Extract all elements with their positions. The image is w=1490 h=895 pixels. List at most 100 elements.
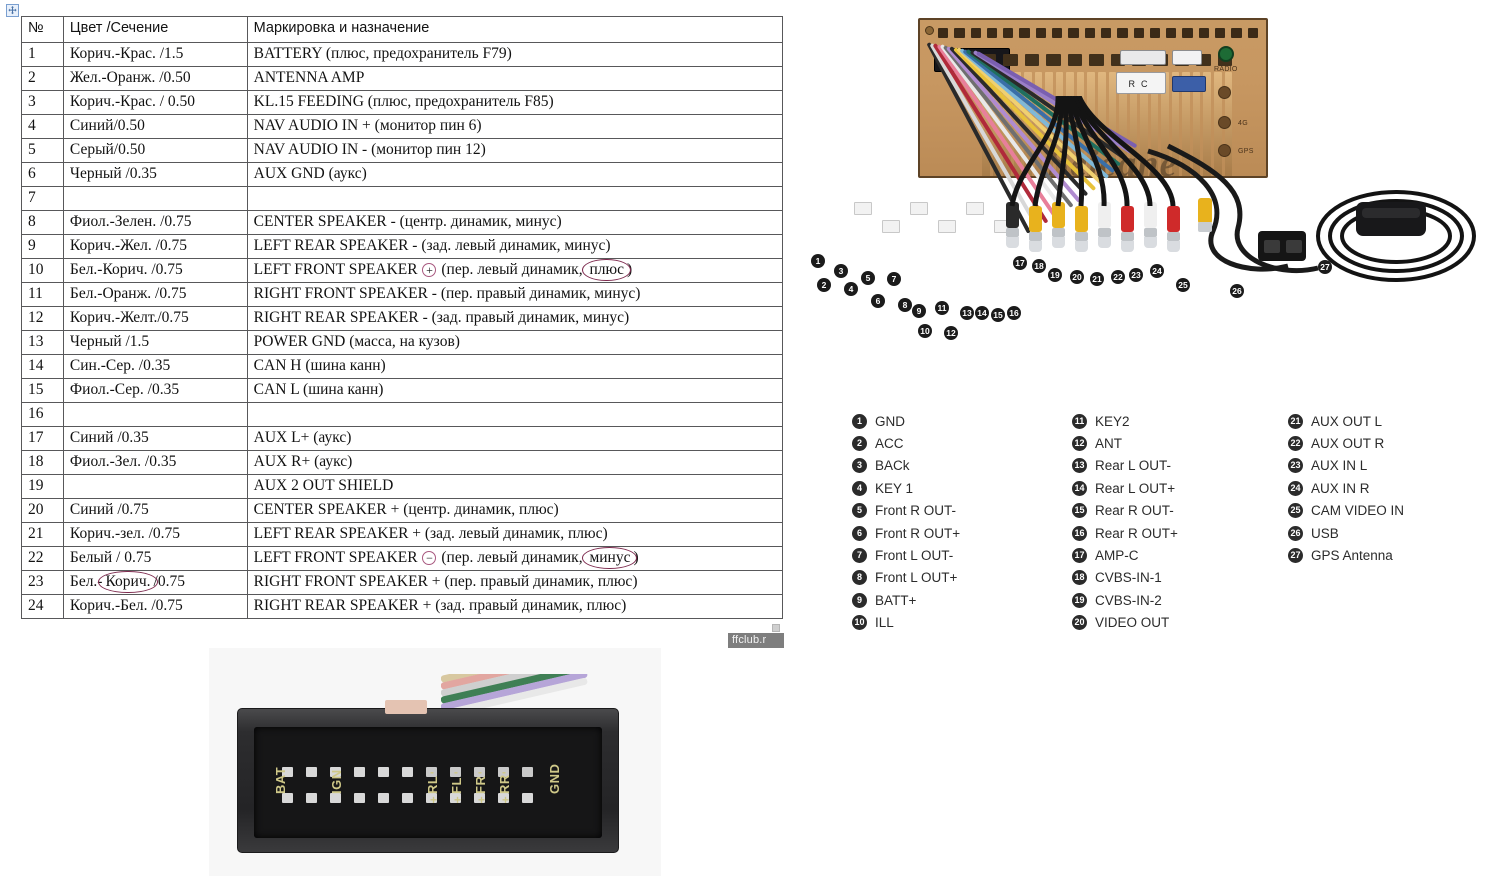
legend-item: 22 AUX OUT R	[1288, 432, 1404, 454]
marking-text-prefix: LEFT FRONT SPEAKER	[253, 548, 418, 566]
legend-number-badge: 11	[1072, 413, 1087, 429]
cell-wire-color: Черный /0.35	[62, 162, 248, 187]
legend-number-badge: 21	[1288, 413, 1303, 429]
legend-item: 17 AMP-C	[1072, 544, 1178, 566]
rca-ring	[1029, 232, 1042, 241]
color-text-prefix: Бел.-	[69, 572, 103, 590]
cell-pin-number: 5	[21, 138, 64, 163]
polarity-symbol-icon: −	[422, 551, 437, 566]
legend-item-label: AUX IN R	[1311, 480, 1370, 496]
pin-marker-27: 27	[1318, 260, 1332, 274]
cell-wire-color	[62, 402, 248, 427]
pin-marker-11: 11	[935, 301, 949, 315]
connector-pin	[354, 767, 365, 777]
table-row: 22 Белый / 0.75 LEFT FRONT SPEAKER − (пер.…	[21, 546, 784, 571]
cell-pin-number: 15	[21, 378, 64, 403]
cell-marking: AUX R+ (аукс)	[246, 450, 784, 475]
legend-number-badge: 6	[852, 525, 867, 541]
legend-item-label: GPS Antenna	[1311, 548, 1393, 564]
rca-tip	[1098, 237, 1111, 248]
table-row: 13 Черный /1.5 POWER GND (масса, на кузов)	[21, 330, 784, 355]
connector-pin	[378, 793, 389, 803]
legend-item: 27 GPS Antenna	[1288, 544, 1404, 566]
legend-item-label: USB	[1311, 525, 1339, 541]
legend-number-badge: 19	[1072, 592, 1087, 608]
legend-item: 2 ACC	[852, 432, 960, 454]
cell-marking: AUX L+ (аукс)	[246, 426, 784, 451]
rca-tip	[1052, 237, 1065, 248]
connector-pin	[354, 793, 365, 803]
pin-marker-12: 12	[944, 326, 958, 340]
marking-text-prefix: LEFT FRONT SPEAKER	[253, 260, 418, 278]
connector-housing: BAT IGN RL FL FR RR GND - - - - + + + +	[237, 708, 619, 853]
cell-pin-number: 17	[21, 426, 64, 451]
rca-tip	[1006, 237, 1019, 248]
legend-item-label: Front R OUT+	[875, 525, 961, 541]
connector-cavity: BAT IGN RL FL FR RR GND - - - - + + + +	[254, 727, 602, 838]
port-label-radio: RADIO	[1214, 66, 1238, 73]
cell-pin-number: 3	[21, 90, 64, 115]
legend-item: 21 AUX OUT L	[1288, 410, 1404, 432]
table-row: 23 Бел.- Корич./0.75 RIGHT FRONT SPEAKER + …	[21, 570, 784, 595]
cell-pin-number: 6	[21, 162, 64, 187]
polarity-symbol-icon: +	[422, 263, 437, 278]
connector-polarity-sign: -	[502, 765, 506, 779]
cell-wire-color: Фиол.-Зел. /0.35	[62, 450, 248, 475]
legend-number-badge: 12	[1072, 436, 1087, 452]
legend-number-badge: 5	[852, 503, 867, 519]
column-header-color: Цвет /Сечение	[62, 16, 248, 43]
connector-pin	[522, 767, 533, 777]
legend-column-2: 11 KEY2 12 ANT 13 Rear L OUT- 14 Rear L OUT+ 15 R…	[1072, 410, 1178, 634]
cell-wire-color	[62, 474, 248, 499]
table-row: 20 Синий /0.75 CENTER SPEAKER + (центр. ди…	[21, 498, 784, 523]
pin-legend: 1 GND 2 ACC 3 BACk 4 KEY 1 5 Front R OUT- 6 Front R…	[852, 410, 1472, 640]
table-row: 21 Корич.-зел. /0.75 LEFT REAR SPEAKER + (…	[21, 522, 784, 547]
legend-item: 25 CAM VIDEO IN	[1288, 500, 1404, 522]
legend-number-badge: 4	[852, 480, 867, 496]
cell-pin-number: 7	[21, 186, 64, 211]
legend-number-badge: 1	[852, 413, 867, 429]
legend-number-badge: 18	[1072, 570, 1087, 586]
legend-item: 10 ILL	[852, 612, 960, 634]
connector-polarity-sign: +	[502, 793, 510, 807]
connector-pin	[306, 767, 317, 777]
cell-marking: ANTENNA AMP	[246, 66, 784, 91]
pin-marker-4: 4	[844, 282, 858, 296]
cell-wire-color: Син.-Сер. /0.35	[62, 354, 248, 379]
cell-pin-number: 11	[21, 282, 64, 307]
table-move-handle-icon[interactable]	[6, 4, 19, 17]
legend-item-label: Rear L OUT+	[1095, 480, 1176, 496]
legend-number-badge: 3	[852, 458, 867, 474]
legend-item-label: BACk	[875, 458, 910, 474]
rca-tip	[1029, 241, 1042, 252]
table-row: 2 Жел.-Оранж. /0.50 ANTENNA AMP	[21, 66, 784, 91]
table-resize-handle[interactable]	[772, 624, 780, 632]
table-row: 19 AUX 2 OUT SHIELD	[21, 474, 784, 499]
legend-item: 16 Rear R OUT+	[1072, 522, 1178, 544]
wire-label-tag	[910, 202, 928, 215]
pin-marker-5: 5	[861, 271, 875, 285]
legend-item-label: AUX OUT L	[1311, 413, 1383, 429]
cell-pin-number: 2	[21, 66, 64, 91]
cell-pin-number: 13	[21, 330, 64, 355]
cell-marking: BATTERY (плюс, предохранитель F79)	[246, 42, 784, 67]
cell-wire-color: Корич.-Крас. /1.5	[62, 42, 248, 67]
legend-item: 18 CVBS-IN-1	[1072, 567, 1178, 589]
marking-text-middle: (пер. левый динамик,	[441, 548, 583, 566]
rca-ring	[1075, 232, 1088, 241]
table-row: 15 Фиол.-Сер. /0.35 CAN L (шина канн)	[21, 378, 784, 403]
cell-wire-color: Бел.- Корич./0.75	[62, 570, 248, 595]
legend-item: 15 Rear R OUT-	[1072, 500, 1178, 522]
cell-pin-number: 16	[21, 402, 64, 427]
connector-polarity-sign: +	[454, 793, 462, 807]
rca-tip	[1121, 241, 1134, 252]
cell-marking: LEFT REAR SPEAKER - (зад. левый динамик,…	[246, 234, 784, 259]
table-row: 7	[21, 186, 784, 211]
connector-label-fl: FL	[449, 777, 464, 794]
column-header-number: №	[21, 16, 64, 43]
legend-number-badge: 20	[1072, 615, 1087, 631]
table-row: 16	[21, 402, 784, 427]
legend-item: 7 Front L OUT-	[852, 544, 960, 566]
cell-wire-color: Серый/0.50	[62, 138, 248, 163]
cell-wire-color: Белый / 0.75	[62, 546, 248, 571]
